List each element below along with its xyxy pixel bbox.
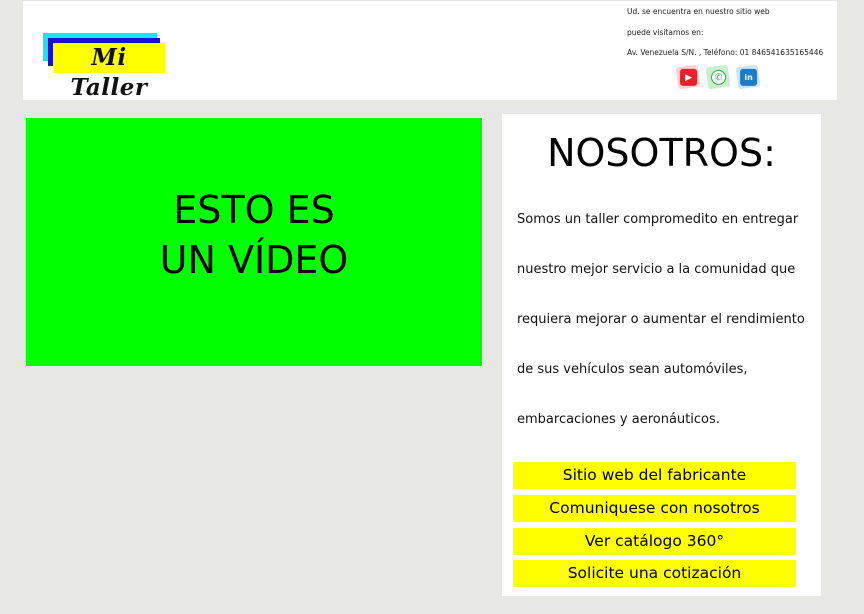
about-paragraph-line: requiera mejorar o aumentar el rendimien… (517, 312, 805, 327)
logo-text: Mi Taller (53, 43, 165, 101)
video-text-line-2: UN VÍDEO (159, 238, 349, 282)
about-paragraph-line: nuestro mejor servicio a la comunidad qu… (517, 262, 796, 277)
youtube-link[interactable]: ▶ (675, 64, 701, 90)
catalog-360-button[interactable]: Ver catálogo 360° (513, 528, 796, 555)
about-paragraph-line: de sus vehículos sean automóviles, (517, 362, 748, 377)
linkedin-link[interactable]: in (735, 64, 761, 90)
about-paragraph-line: embarcaciones y aeronáuticos. (517, 412, 720, 427)
video-text-line-1: ESTO ES (173, 188, 335, 232)
video-placeholder[interactable]: ESTO ES UN VÍDEO (26, 118, 482, 366)
linkedin-icon: in (739, 68, 757, 86)
contact-us-button[interactable]: Comuniquese con nosotros (513, 495, 796, 522)
contact-line-2: puede visitarnos en: (627, 27, 704, 37)
request-quote-button[interactable]: Solicite una cotización (513, 560, 796, 587)
whatsapp-link[interactable]: ✆ (705, 64, 731, 90)
about-paragraph: Somos un taller compromedito en entregar… (517, 195, 817, 445)
social-links: ▶ ✆ in (675, 64, 761, 90)
about-panel: NOSOTROS: Somos un taller compromedito e… (502, 114, 821, 596)
site-logo[interactable]: Mi Taller (43, 33, 167, 101)
contact-info: Ud. se encuentra en nuestro sitio web pu… (627, 7, 837, 69)
contact-line-1: Ud. se encuentra en nuestro sitio web (627, 7, 770, 16)
whatsapp-icon: ✆ (710, 69, 726, 85)
manufacturer-site-button[interactable]: Sitio web del fabricante (513, 462, 796, 489)
about-title: NOSOTROS: (547, 131, 776, 175)
site-header: Mi Taller Ud. se encuentra en nuestro si… (23, 1, 837, 101)
about-paragraph-line: Somos un taller compromedito en entregar (517, 212, 799, 227)
youtube-icon: ▶ (679, 68, 697, 86)
